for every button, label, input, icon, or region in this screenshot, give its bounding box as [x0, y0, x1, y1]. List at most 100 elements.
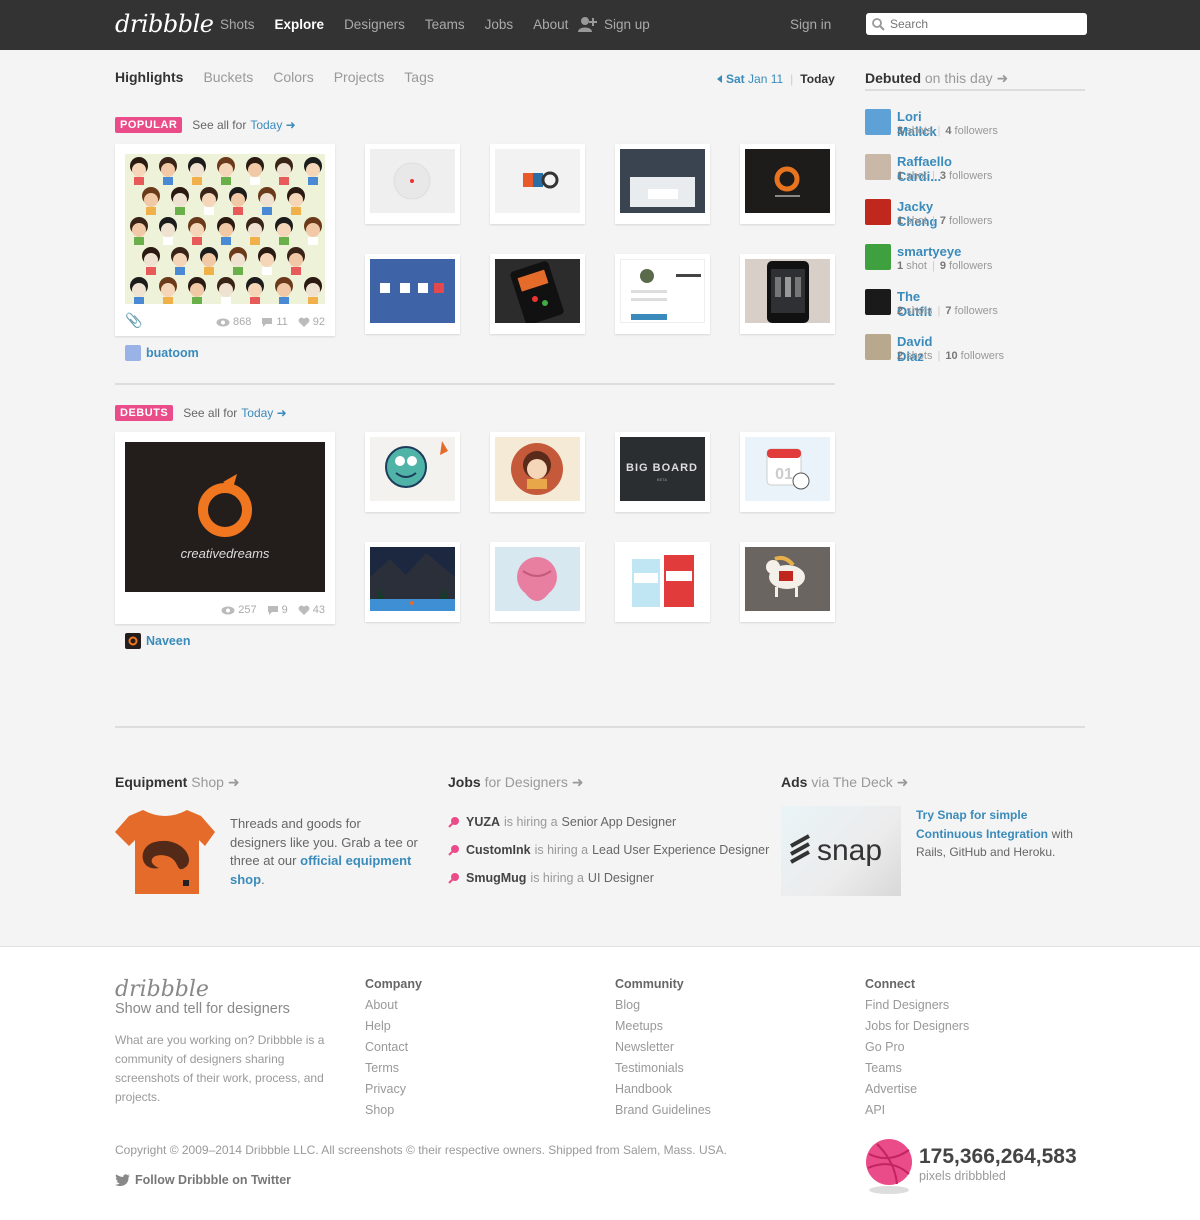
search-input[interactable] [890, 17, 1070, 31]
shot-thumbnail[interactable]: 01 [740, 432, 835, 512]
footer-link[interactable]: Blog [615, 998, 711, 1019]
shot-thumbnail[interactable]: BIG BOARD BETA [615, 432, 710, 512]
tab-tags[interactable]: Tags [404, 69, 434, 85]
likes-stat[interactable]: 92 [298, 316, 325, 328]
footer-link[interactable]: Go Pro [865, 1040, 969, 1061]
job-listing[interactable]: SmugMug is hiring a UI Designer [448, 864, 769, 892]
shot-image[interactable] [370, 259, 455, 323]
footer-link[interactable]: Help [365, 1019, 422, 1040]
shot-thumbnail[interactable] [490, 144, 585, 224]
footer-link[interactable]: Find Designers [865, 998, 969, 1019]
likes-stat[interactable]: 43 [298, 604, 325, 616]
job-company[interactable]: CustomInk [466, 843, 531, 857]
featured-debut-image[interactable]: creativedreams [125, 442, 325, 592]
user-name[interactable]: smartyeye [897, 244, 961, 259]
shot-thumbnail[interactable] [365, 144, 460, 224]
shot-thumbnail[interactable] [490, 254, 585, 334]
featured-shot-card[interactable]: 📎 868 11 92 [115, 144, 335, 336]
shot-thumbnail[interactable] [615, 144, 710, 224]
today-link[interactable]: Today [800, 72, 834, 86]
avatar[interactable] [865, 154, 891, 180]
avatar[interactable] [865, 244, 891, 270]
shot-image[interactable] [745, 149, 830, 213]
footer-link[interactable]: Terms [365, 1061, 422, 1082]
avatar[interactable] [865, 199, 891, 225]
shot-thumbnail[interactable] [740, 542, 835, 622]
debuted-suffix[interactable]: on this day ➜ [925, 70, 1008, 86]
shot-thumbnail[interactable] [490, 542, 585, 622]
signin-link[interactable]: Sign in [790, 17, 831, 32]
nav-shots[interactable]: Shots [220, 17, 255, 32]
shot-thumbnail[interactable] [365, 432, 460, 512]
see-all-today-link[interactable]: Today ➜ [241, 406, 286, 420]
see-all-today-link[interactable]: Today ➜ [250, 118, 295, 132]
shot-image[interactable] [745, 547, 830, 611]
featured-author[interactable]: buatoom [125, 345, 199, 361]
shot-image[interactable] [495, 149, 580, 213]
shot-thumbnail[interactable] [615, 542, 710, 622]
job-company[interactable]: YUZA [466, 815, 500, 829]
shot-image[interactable] [620, 547, 705, 611]
footer-link[interactable]: About [365, 998, 422, 1019]
snap-ad-link[interactable]: Try Snap for simple Continuous Integrati… [916, 808, 1048, 841]
footer-link[interactable]: Handbook [615, 1082, 711, 1103]
shot-thumbnail[interactable] [615, 254, 710, 334]
job-role[interactable]: Lead User Experience Designer [592, 843, 769, 857]
featured-debut-card[interactable]: creativedreams 257 9 43 [115, 432, 335, 624]
nav-teams[interactable]: Teams [425, 17, 465, 32]
tab-projects[interactable]: Projects [334, 69, 385, 85]
nav-explore[interactable]: Explore [275, 17, 325, 32]
footer-link[interactable]: Meetups [615, 1019, 711, 1040]
shot-image[interactable] [620, 259, 705, 323]
tab-colors[interactable]: Colors [273, 69, 313, 85]
footer-link[interactable]: Newsletter [615, 1040, 711, 1061]
avatar[interactable] [865, 289, 891, 315]
previous-day-link[interactable]: Sat Jan 11 [716, 72, 783, 86]
nav-about[interactable]: About [533, 17, 568, 32]
job-listing[interactable]: YUZA is hiring a Senior App Designer [448, 808, 769, 836]
shot-image[interactable] [370, 547, 455, 611]
footer-link[interactable]: Shop [365, 1103, 422, 1124]
shot-image[interactable] [495, 437, 580, 501]
footer-link[interactable]: Jobs for Designers [865, 1019, 969, 1040]
job-company[interactable]: SmugMug [466, 871, 526, 885]
featured-shot-image[interactable] [125, 154, 325, 305]
avatar[interactable] [865, 334, 891, 360]
equipment-shop-link[interactable]: Shop ➜ [191, 774, 239, 790]
shot-image[interactable] [495, 547, 580, 611]
footer-link[interactable]: Teams [865, 1061, 969, 1082]
avatar[interactable] [865, 109, 891, 135]
follow-twitter-link[interactable]: Follow Dribbble on Twitter [115, 1173, 291, 1187]
jobs-for-designers-link[interactable]: for Designers ➜ [485, 774, 584, 790]
footer-link[interactable]: Contact [365, 1040, 422, 1061]
tshirt-image[interactable] [115, 806, 215, 901]
search-box[interactable] [866, 13, 1087, 35]
shot-thumbnail[interactable] [365, 254, 460, 334]
footer-link[interactable]: Advertise [865, 1082, 969, 1103]
dribbble-logo[interactable]: dribbble [115, 10, 214, 38]
signup-button[interactable]: Sign up [578, 16, 650, 32]
shot-thumbnail[interactable] [740, 144, 835, 224]
shot-image[interactable] [620, 149, 705, 213]
shot-image[interactable] [745, 259, 830, 323]
featured-author[interactable]: Naveen [125, 633, 190, 649]
shot-thumbnail[interactable] [740, 254, 835, 334]
shot-image[interactable] [370, 149, 455, 213]
nav-jobs[interactable]: Jobs [485, 17, 514, 32]
footer-link[interactable]: Brand Guidelines [615, 1103, 711, 1124]
tab-highlights[interactable]: Highlights [115, 69, 183, 85]
job-role[interactable]: Senior App Designer [562, 815, 677, 829]
tab-buckets[interactable]: Buckets [203, 69, 253, 85]
nav-designers[interactable]: Designers [344, 17, 405, 32]
job-listing[interactable]: CustomInk is hiring a Lead User Experience… [448, 836, 769, 864]
shot-thumbnail[interactable] [365, 542, 460, 622]
snap-ad-image[interactable]: snap [781, 806, 901, 896]
footer-logo[interactable]: dribbble [115, 977, 209, 1002]
shot-image[interactable]: 01 [745, 437, 830, 501]
shot-image[interactable] [370, 437, 455, 501]
shot-image[interactable]: BIG BOARD BETA [620, 437, 705, 501]
footer-link[interactable]: Privacy [365, 1082, 422, 1103]
shot-thumbnail[interactable] [490, 432, 585, 512]
the-deck-link[interactable]: via The Deck ➜ [811, 774, 908, 790]
footer-link[interactable]: Testimonials [615, 1061, 711, 1082]
